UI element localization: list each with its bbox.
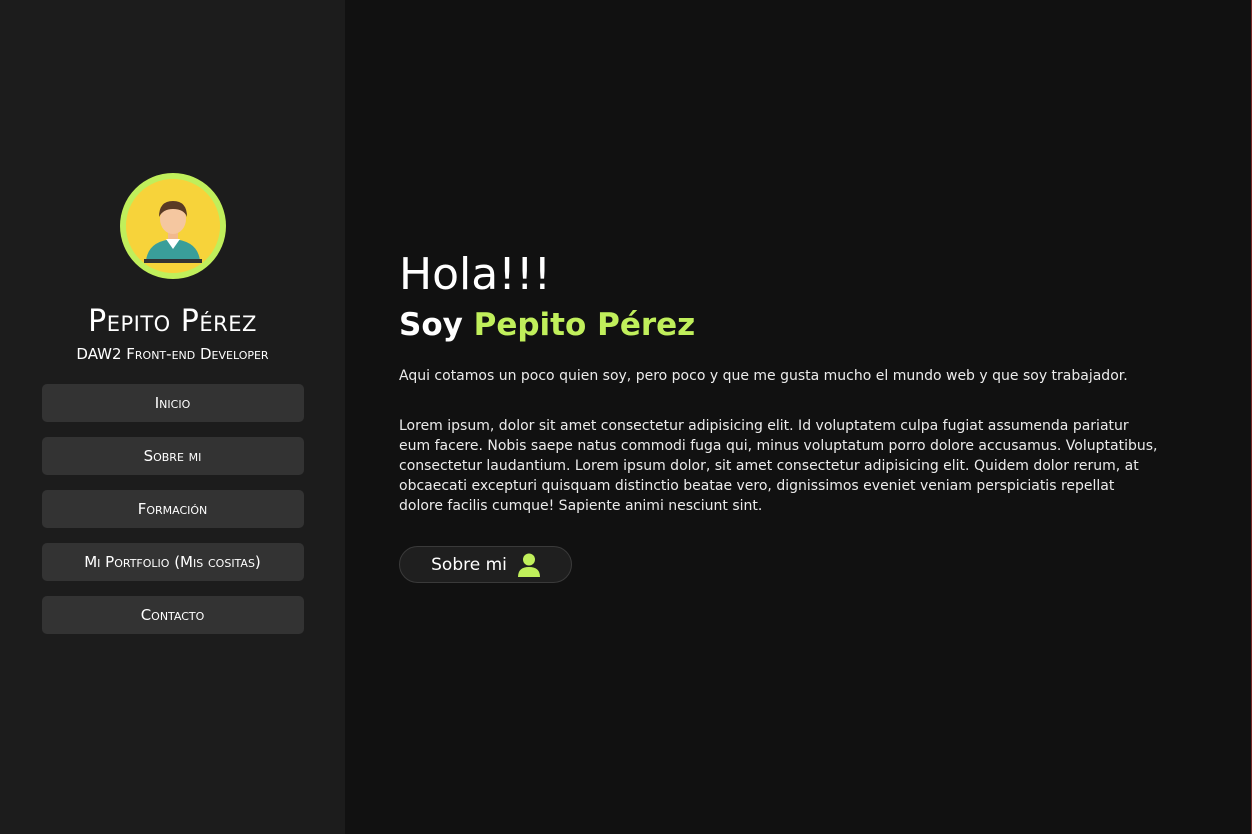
sobre-mi-button[interactable]: Sobre mi (399, 546, 572, 583)
sidebar-nav: Inicio Sobre mi Formación Mi Portfolio (… (41, 384, 304, 634)
user-icon (517, 553, 540, 577)
intro-text: Aqui cotamos un poco quien soy, pero poc… (399, 368, 1128, 384)
avatar (119, 173, 226, 279)
sidebar: Pepito Pérez DAW2 Front-end Developer In… (0, 0, 345, 834)
nav-item-inicio[interactable]: Inicio (41, 384, 304, 422)
profile-role: DAW2 Front-end Developer (76, 345, 269, 363)
subtitle-prefix: Soy (399, 307, 474, 343)
subtitle-heading: Soy Pepito Pérez (399, 306, 1159, 344)
profile-name: Pepito Pérez (88, 304, 257, 339)
nav-item-sobre-mi[interactable]: Sobre mi (41, 437, 304, 475)
person-avatar-icon (125, 179, 220, 273)
main-content-area: Hola!!! Soy Pepito Pérez Aqui cotamos un… (345, 0, 1252, 834)
body-text: Lorem ipsum, dolor sit amet consectetur … (399, 418, 1158, 514)
sobre-mi-button-label: Sobre mi (431, 554, 507, 575)
hero-section: Hola!!! Soy Pepito Pérez Aqui cotamos un… (399, 250, 1159, 583)
subtitle-name: Pepito Pérez (473, 307, 696, 343)
greeting-heading: Hola!!! (399, 249, 552, 300)
nav-item-contacto[interactable]: Contacto (41, 596, 304, 634)
page: Pepito Pérez DAW2 Front-end Developer In… (0, 0, 1252, 834)
nav-item-formacion[interactable]: Formación (41, 490, 304, 528)
nav-item-portfolio[interactable]: Mi Portfolio (Mis cositas) (41, 543, 304, 581)
